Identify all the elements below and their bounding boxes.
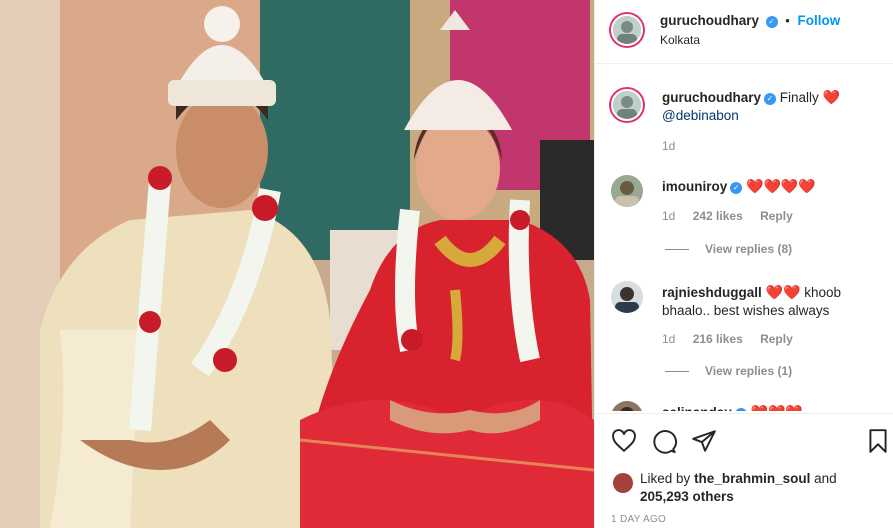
- reply-button[interactable]: Reply: [760, 209, 793, 223]
- post-location[interactable]: Kolkata: [660, 33, 700, 47]
- comment-likes[interactable]: 242 likes: [693, 209, 743, 223]
- commenter-avatar[interactable]: [611, 401, 643, 411]
- verified-badge-icon: ✓: [765, 16, 778, 28]
- post-sidebar: guruchoudhary ✓ • Follow Kolkata gurucho…: [594, 0, 893, 528]
- caption-text: Finally: [779, 90, 819, 105]
- comment-time[interactable]: 1d: [662, 209, 675, 223]
- view-replies-button[interactable]: View replies (1): [665, 364, 792, 378]
- comments-list[interactable]: guruchoudhary ✓ Finally ❤️ @debinabon 1d …: [595, 65, 893, 411]
- heart-emoji-icon: ❤️: [822, 89, 840, 105]
- caption-time[interactable]: 1d: [662, 139, 675, 153]
- author-username[interactable]: guruchoudhary: [660, 13, 759, 28]
- liked-by-connector: and: [814, 471, 837, 486]
- paper-plane-icon[interactable]: [691, 428, 717, 454]
- comment-hearts: ❤️❤️❤️: [751, 404, 803, 411]
- verified-badge-icon: ✓: [734, 408, 747, 411]
- verified-badge-icon: ✓: [764, 93, 777, 105]
- post-actions: Liked by the_brahmin_soul and 205,293 ot…: [595, 413, 893, 528]
- liked-by-user[interactable]: the_brahmin_soul: [694, 471, 810, 486]
- wedding-photo-illustration: [0, 0, 594, 528]
- caption-mention[interactable]: @debinabon: [662, 108, 739, 123]
- comment-hearts: ❤️❤️❤️❤️: [746, 178, 816, 194]
- view-replies-label: View replies (1): [705, 364, 793, 378]
- view-replies-label: View replies (8): [705, 242, 793, 256]
- liked-by-prefix: Liked by: [640, 471, 691, 486]
- likes-summary: Liked by the_brahmin_soul and 205,293 ot…: [640, 470, 837, 506]
- caption-avatar[interactable]: [611, 89, 643, 121]
- author-avatar[interactable]: [611, 14, 643, 46]
- comment-time[interactable]: 1d: [662, 332, 675, 346]
- verified-badge-icon: ✓: [730, 182, 743, 194]
- separator-dot: •: [785, 13, 790, 28]
- comment-hearts: ❤️❤️: [765, 284, 801, 300]
- post-header: guruchoudhary ✓ • Follow Kolkata: [595, 0, 893, 64]
- comment-username[interactable]: rajnieshduggall: [662, 285, 762, 300]
- post-photo[interactable]: [0, 0, 594, 528]
- dash-divider: [665, 371, 689, 373]
- bookmark-icon[interactable]: [865, 428, 891, 454]
- comment-username[interactable]: imouniroy: [662, 179, 727, 194]
- caption-username[interactable]: guruchoudhary: [662, 90, 761, 105]
- comment-username[interactable]: selinanday: [662, 405, 732, 411]
- reply-button[interactable]: Reply: [760, 332, 793, 346]
- commenter-avatar[interactable]: [611, 175, 643, 207]
- likes-count[interactable]: 205,293 others: [640, 489, 734, 504]
- liked-by-avatar[interactable]: [613, 473, 633, 493]
- follow-button[interactable]: Follow: [797, 13, 840, 28]
- comment-bubble-icon[interactable]: [651, 428, 677, 454]
- view-replies-button[interactable]: View replies (8): [665, 242, 792, 256]
- dash-divider: [665, 249, 689, 251]
- comment-likes[interactable]: 216 likes: [693, 332, 743, 346]
- heart-outline-icon[interactable]: [611, 428, 637, 454]
- commenter-avatar[interactable]: [611, 281, 643, 313]
- post-timestamp[interactable]: 1 DAY AGO: [611, 514, 666, 525]
